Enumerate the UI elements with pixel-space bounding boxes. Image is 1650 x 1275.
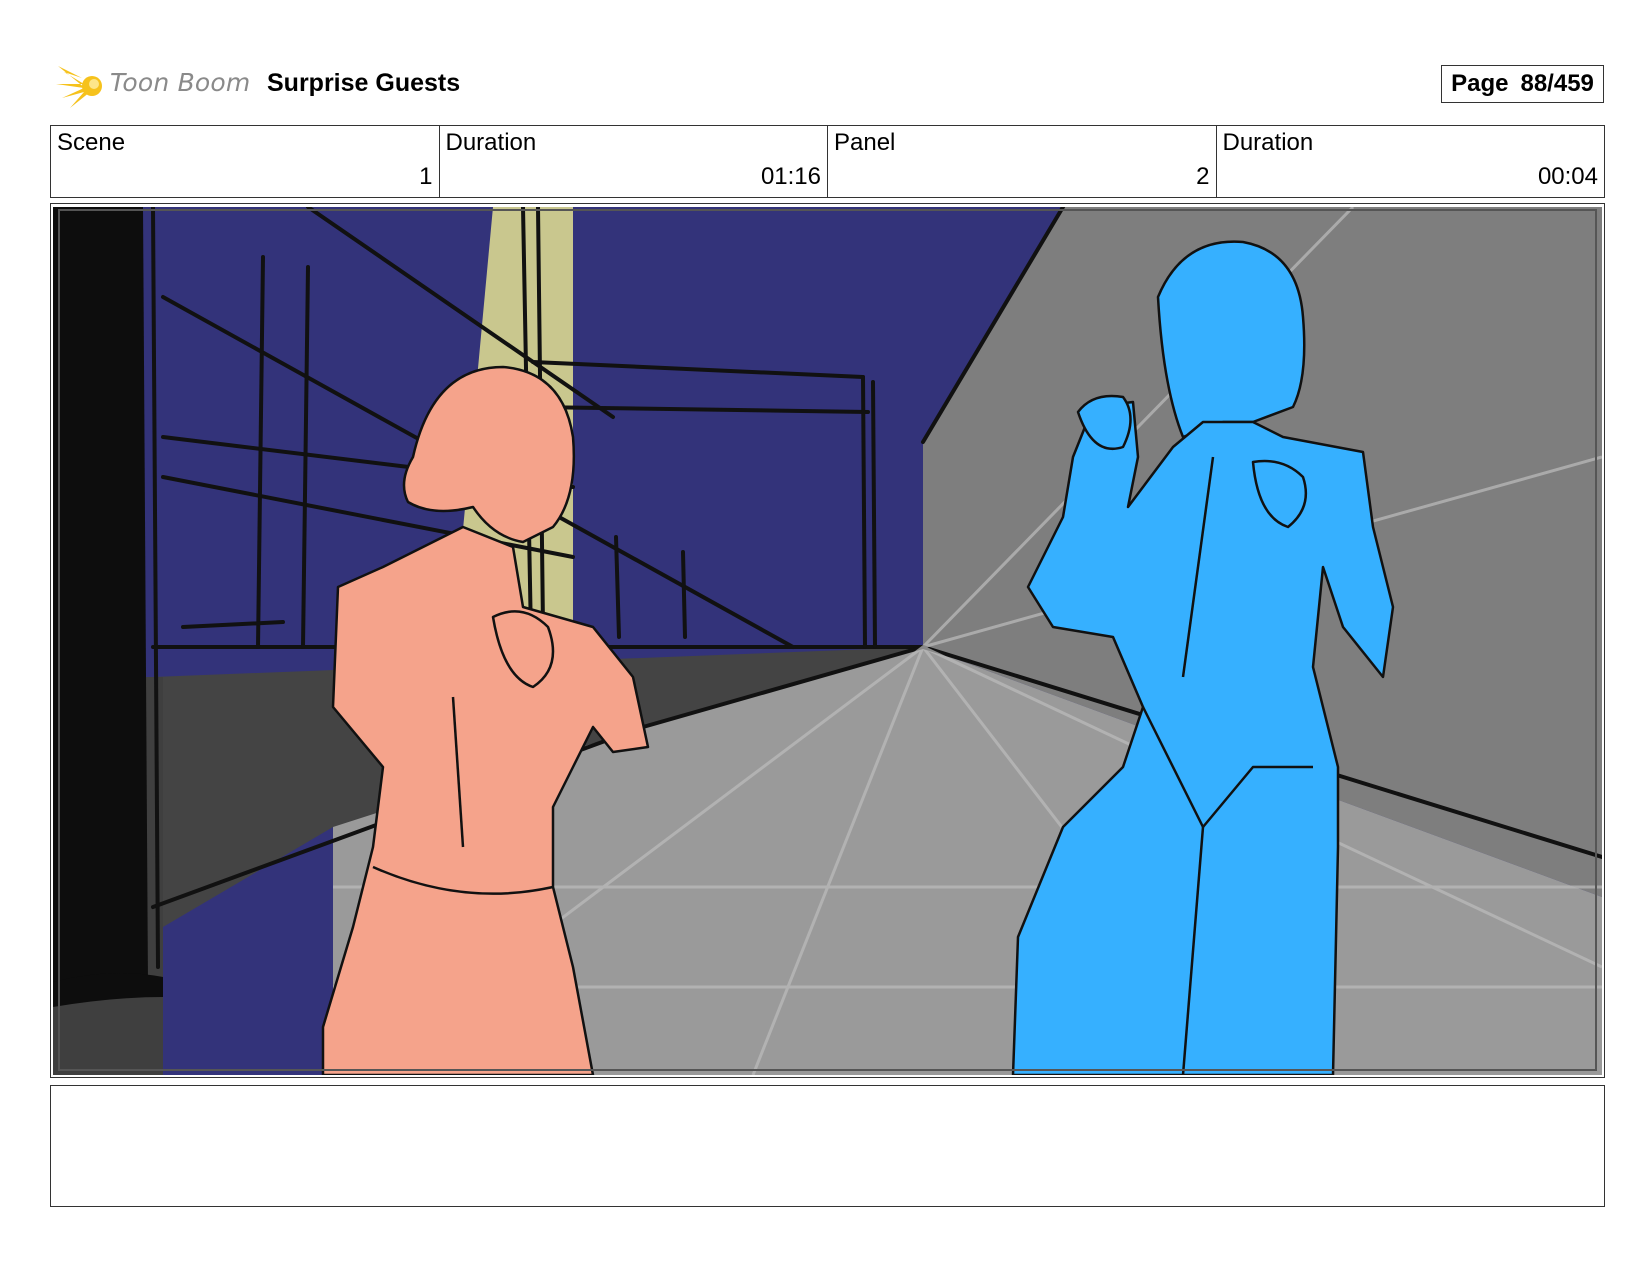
toon-boom-logo-icon: Toon Boom xyxy=(54,58,254,112)
page-indicator: Page 88/459 xyxy=(1441,65,1604,103)
panel-value: 2 xyxy=(1196,163,1210,190)
scene-duration-value: 01:16 xyxy=(760,163,821,190)
page-number: 88/459 xyxy=(1520,70,1594,97)
storyboard-panel-image xyxy=(53,207,1602,1075)
scene-value: 1 xyxy=(419,163,433,190)
scene-duration-cell: Duration 01:16 xyxy=(440,126,828,197)
panel-cell: Panel 2 xyxy=(828,126,1217,197)
panel-label: Panel xyxy=(834,129,896,156)
page-label: Page xyxy=(1451,70,1509,97)
scene-label: Scene xyxy=(57,129,126,156)
panel-duration-value: 00:04 xyxy=(1537,163,1598,190)
black-pillar xyxy=(53,207,148,997)
document-title: Surprise Guests xyxy=(267,69,461,97)
panel-duration-cell: Duration 00:04 xyxy=(1217,126,1605,197)
scene-duration-label: Duration xyxy=(445,129,537,156)
panel-duration-label: Duration xyxy=(1222,129,1314,156)
brand-name: Toon Boom xyxy=(110,68,251,97)
scene-cell: Scene 1 xyxy=(51,126,440,197)
logo-burst-icon xyxy=(56,66,102,108)
panel-notes-box xyxy=(50,1085,1605,1207)
panel-info-row: Scene 1 Duration 01:16 Panel 2 Duration … xyxy=(50,125,1605,198)
storyboard-drawing xyxy=(53,207,1602,1075)
